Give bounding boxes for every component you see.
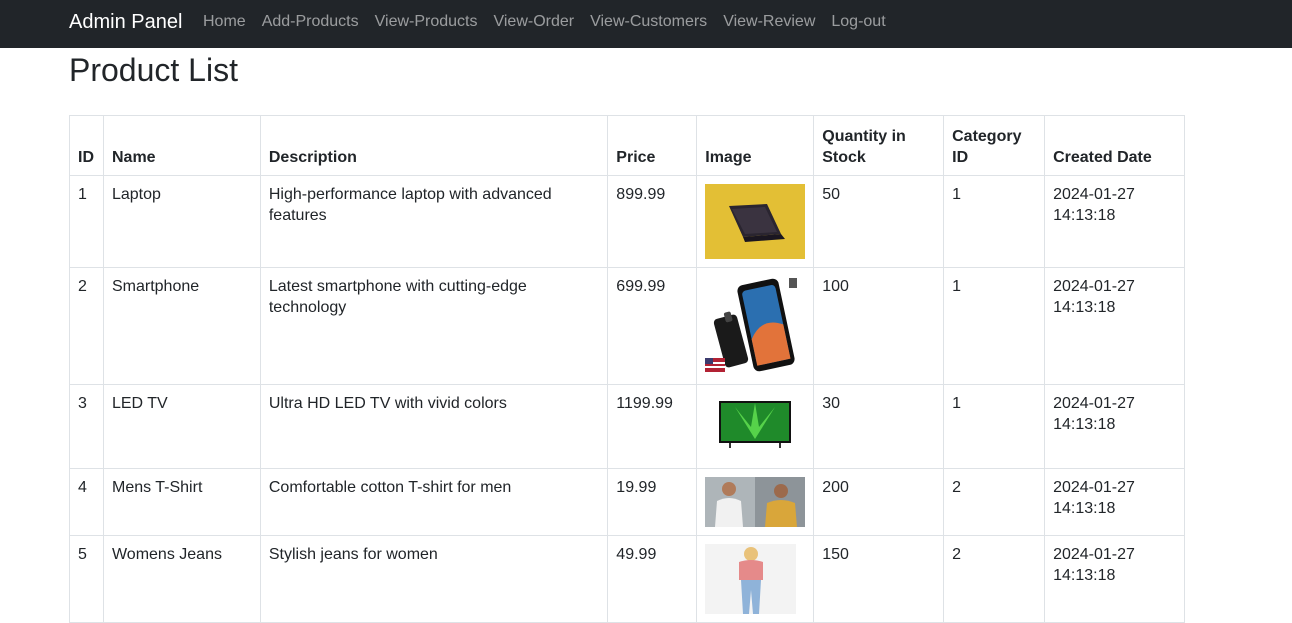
page-title: Product List: [69, 52, 238, 88]
navbar: Admin Panel Home Add-Products View-Produ…: [0, 0, 1292, 48]
column-header-created: Created Date: [1044, 115, 1185, 176]
navbar-brand[interactable]: Admin Panel: [69, 10, 182, 34]
cell-quantity: 100: [813, 267, 945, 385]
cell-image: [696, 175, 815, 268]
cell-id: 1: [69, 175, 104, 268]
cell-description: Ultra HD LED TV with vivid colors: [259, 384, 609, 469]
cell-price: 19.99: [607, 468, 698, 536]
cell-image: [696, 535, 815, 623]
nav-link-add-products[interactable]: Add-Products: [254, 12, 367, 32]
cell-image: [696, 267, 815, 385]
column-header-price: Price: [607, 115, 698, 176]
cell-created: 2024-01-27 14:13:18: [1044, 384, 1185, 469]
column-header-id: ID: [69, 115, 104, 176]
cell-quantity: 50: [813, 175, 945, 268]
cell-id: 5: [69, 535, 104, 623]
cell-created: 2024-01-27 14:13:18: [1044, 468, 1185, 536]
column-header-name: Name: [102, 115, 261, 176]
column-header-image: Image: [696, 115, 815, 176]
cell-name: LED TV: [102, 384, 261, 469]
cell-created: 2024-01-27 14:13:18: [1044, 267, 1185, 385]
cell-description: Latest smartphone with cutting-edge tech…: [259, 267, 609, 385]
column-header-quantity: Quantity in Stock: [813, 115, 945, 176]
cell-created: 2024-01-27 14:13:18: [1044, 175, 1185, 268]
cell-image: [696, 468, 815, 536]
cell-price: 899.99: [607, 175, 698, 268]
cell-id: 2: [69, 267, 104, 385]
jeans-image: [705, 544, 797, 614]
cell-category: 2: [943, 535, 1046, 623]
cell-quantity: 150: [813, 535, 945, 623]
laptop-image: [705, 184, 806, 259]
cell-image: [696, 384, 815, 469]
cell-name: Womens Jeans: [102, 535, 261, 623]
cell-price: 699.99: [607, 267, 698, 385]
cell-category: 1: [943, 175, 1046, 268]
column-header-description: Description: [259, 115, 609, 176]
table-row: 5 Womens Jeans Stylish jeans for women 4…: [69, 535, 1185, 623]
nav-link-home[interactable]: Home: [195, 12, 254, 32]
smartphone-image: [705, 276, 806, 376]
table-row: 3 LED TV Ultra HD LED TV with vivid colo…: [69, 384, 1185, 469]
cell-quantity: 30: [813, 384, 945, 469]
cell-name: Smartphone: [102, 267, 261, 385]
nav-link-view-products[interactable]: View-Products: [367, 12, 486, 32]
table-row: 2 Smartphone Latest smartphone with cutt…: [69, 267, 1185, 385]
cell-id: 3: [69, 384, 104, 469]
cell-category: 1: [943, 267, 1046, 385]
nav-link-logout[interactable]: Log-out: [823, 12, 893, 32]
cell-price: 1199.99: [607, 384, 698, 469]
cell-category: 2: [943, 468, 1046, 536]
cell-description: High-performance laptop with advanced fe…: [259, 175, 609, 268]
column-header-category: Category ID: [943, 115, 1046, 176]
nav-link-view-review[interactable]: View-Review: [715, 12, 823, 32]
cell-name: Laptop: [102, 175, 261, 268]
table-row: 1 Laptop High-performance laptop with ad…: [69, 175, 1185, 268]
cell-name: Mens T-Shirt: [102, 468, 261, 536]
cell-id: 4: [69, 468, 104, 536]
cell-price: 49.99: [607, 535, 698, 623]
cell-created: 2024-01-27 14:13:18: [1044, 535, 1185, 623]
tv-image: [705, 393, 806, 453]
cell-description: Comfortable cotton T-shirt for men: [259, 468, 609, 536]
nav-link-view-order[interactable]: View-Order: [485, 12, 582, 32]
nav-link-view-customers[interactable]: View-Customers: [582, 12, 715, 32]
cell-category: 1: [943, 384, 1046, 469]
cell-quantity: 200: [813, 468, 945, 536]
table-row: 4 Mens T-Shirt Comfortable cotton T-shir…: [69, 468, 1185, 536]
table-header-row: ID Name Description Price Image Quantity…: [69, 115, 1185, 176]
tshirt-image: [705, 477, 806, 527]
cell-description: Stylish jeans for women: [259, 535, 609, 623]
nav-links: Home Add-Products View-Products View-Ord…: [195, 12, 894, 32]
product-table: ID Name Description Price Image Quantity…: [69, 115, 1185, 623]
